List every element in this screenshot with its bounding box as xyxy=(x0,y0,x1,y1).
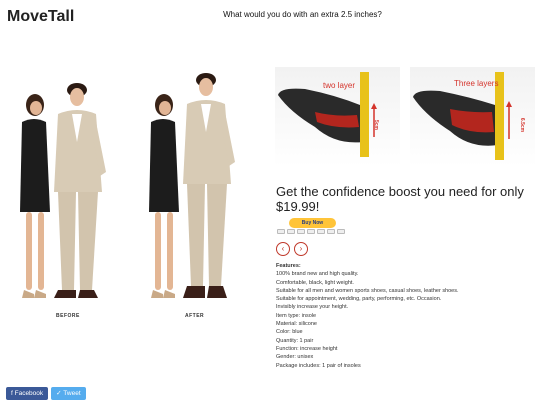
facebook-share-button[interactable]: f Facebook xyxy=(6,387,49,400)
insole-height-two-layer: 5cm xyxy=(373,119,380,131)
feature-line: Quantity: 1 pair xyxy=(276,337,314,344)
feature-line: Invisibly increase your height. xyxy=(276,304,349,311)
feature-line: Material: silicone xyxy=(276,321,317,328)
features-list: Features: 100% brand new and high qualit… xyxy=(276,262,536,370)
after-label: AFTER xyxy=(185,313,205,319)
before-after-illustration xyxy=(20,73,235,298)
feature-line: 100% brand new and high quality. xyxy=(276,271,359,278)
before-label: BEFORE xyxy=(56,313,80,319)
before-figures xyxy=(20,83,106,298)
feature-line: Suitable for appointment, wedding, party… xyxy=(276,296,442,303)
bank-card-icon xyxy=(337,229,345,234)
features-title: Features: xyxy=(276,263,301,269)
discover-card-icon xyxy=(327,229,335,234)
insole-label-three-layers: Three layers xyxy=(454,79,499,88)
tweet-button[interactable]: ✓ Tweet xyxy=(51,387,86,400)
buy-now-button[interactable]: Buy Now xyxy=(289,218,336,228)
tagline: What would you do with an extra 2.5 inch… xyxy=(223,10,382,19)
insole-label-two-layer: two layer xyxy=(323,81,356,90)
feature-line: Function: increase height xyxy=(276,345,338,352)
feature-line: Color: blue xyxy=(276,329,303,336)
after-figures xyxy=(149,73,235,298)
carousel-nav: ‹ › xyxy=(276,242,308,256)
feature-line: Package includes: 1 pair of insoles xyxy=(276,362,361,369)
payment-cards xyxy=(277,229,345,234)
brand-logo[interactable]: MoveTall xyxy=(7,8,74,26)
chevron-right-icon[interactable]: › xyxy=(294,242,308,256)
feature-line: Item type: insole xyxy=(276,312,317,319)
chevron-left-icon[interactable]: ‹ xyxy=(276,242,290,256)
mastercard-icon xyxy=(287,229,295,234)
visa-card-icon xyxy=(277,229,285,234)
maestro-card-icon xyxy=(297,229,305,234)
insole-height-three-layers: 6.5cm xyxy=(519,117,526,133)
feature-line: Suitable for all men and women sports sh… xyxy=(276,287,459,294)
feature-line: Comfortable, black, light weight. xyxy=(276,279,354,286)
before-after-image xyxy=(14,72,259,322)
feature-line: Gender: unisex xyxy=(276,354,314,361)
price-headline: Get the confidence boost you need for on… xyxy=(276,184,524,214)
share-buttons: f Facebook ✓ Tweet xyxy=(6,387,86,400)
amex-card-icon xyxy=(307,229,315,234)
paypal-card-icon xyxy=(317,229,325,234)
